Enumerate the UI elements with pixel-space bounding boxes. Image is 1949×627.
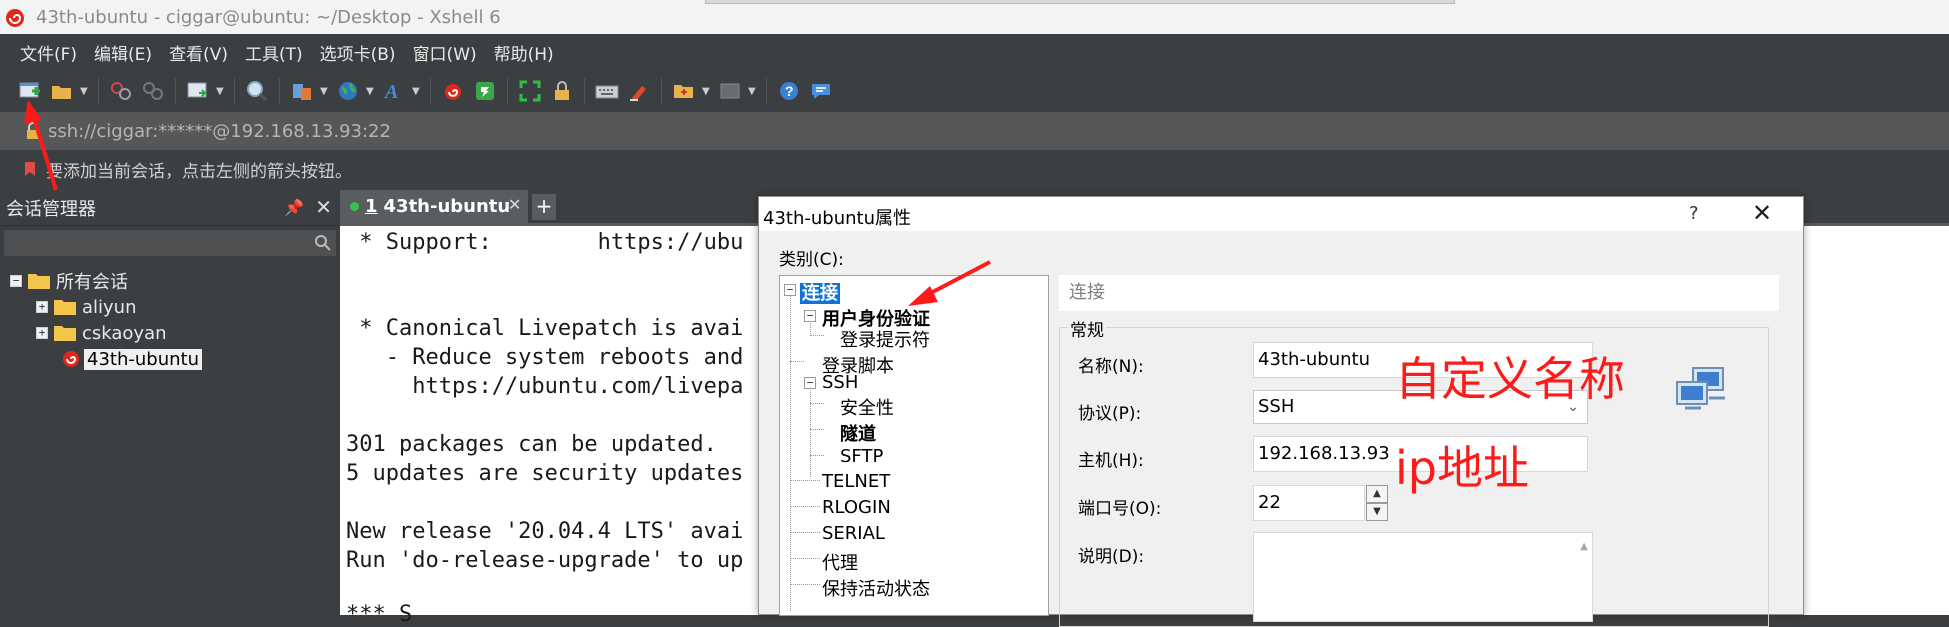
annotation-arrows xyxy=(24,100,991,306)
arrow-to-auth-category xyxy=(908,260,991,306)
arrow-to-new-session xyxy=(24,100,58,191)
